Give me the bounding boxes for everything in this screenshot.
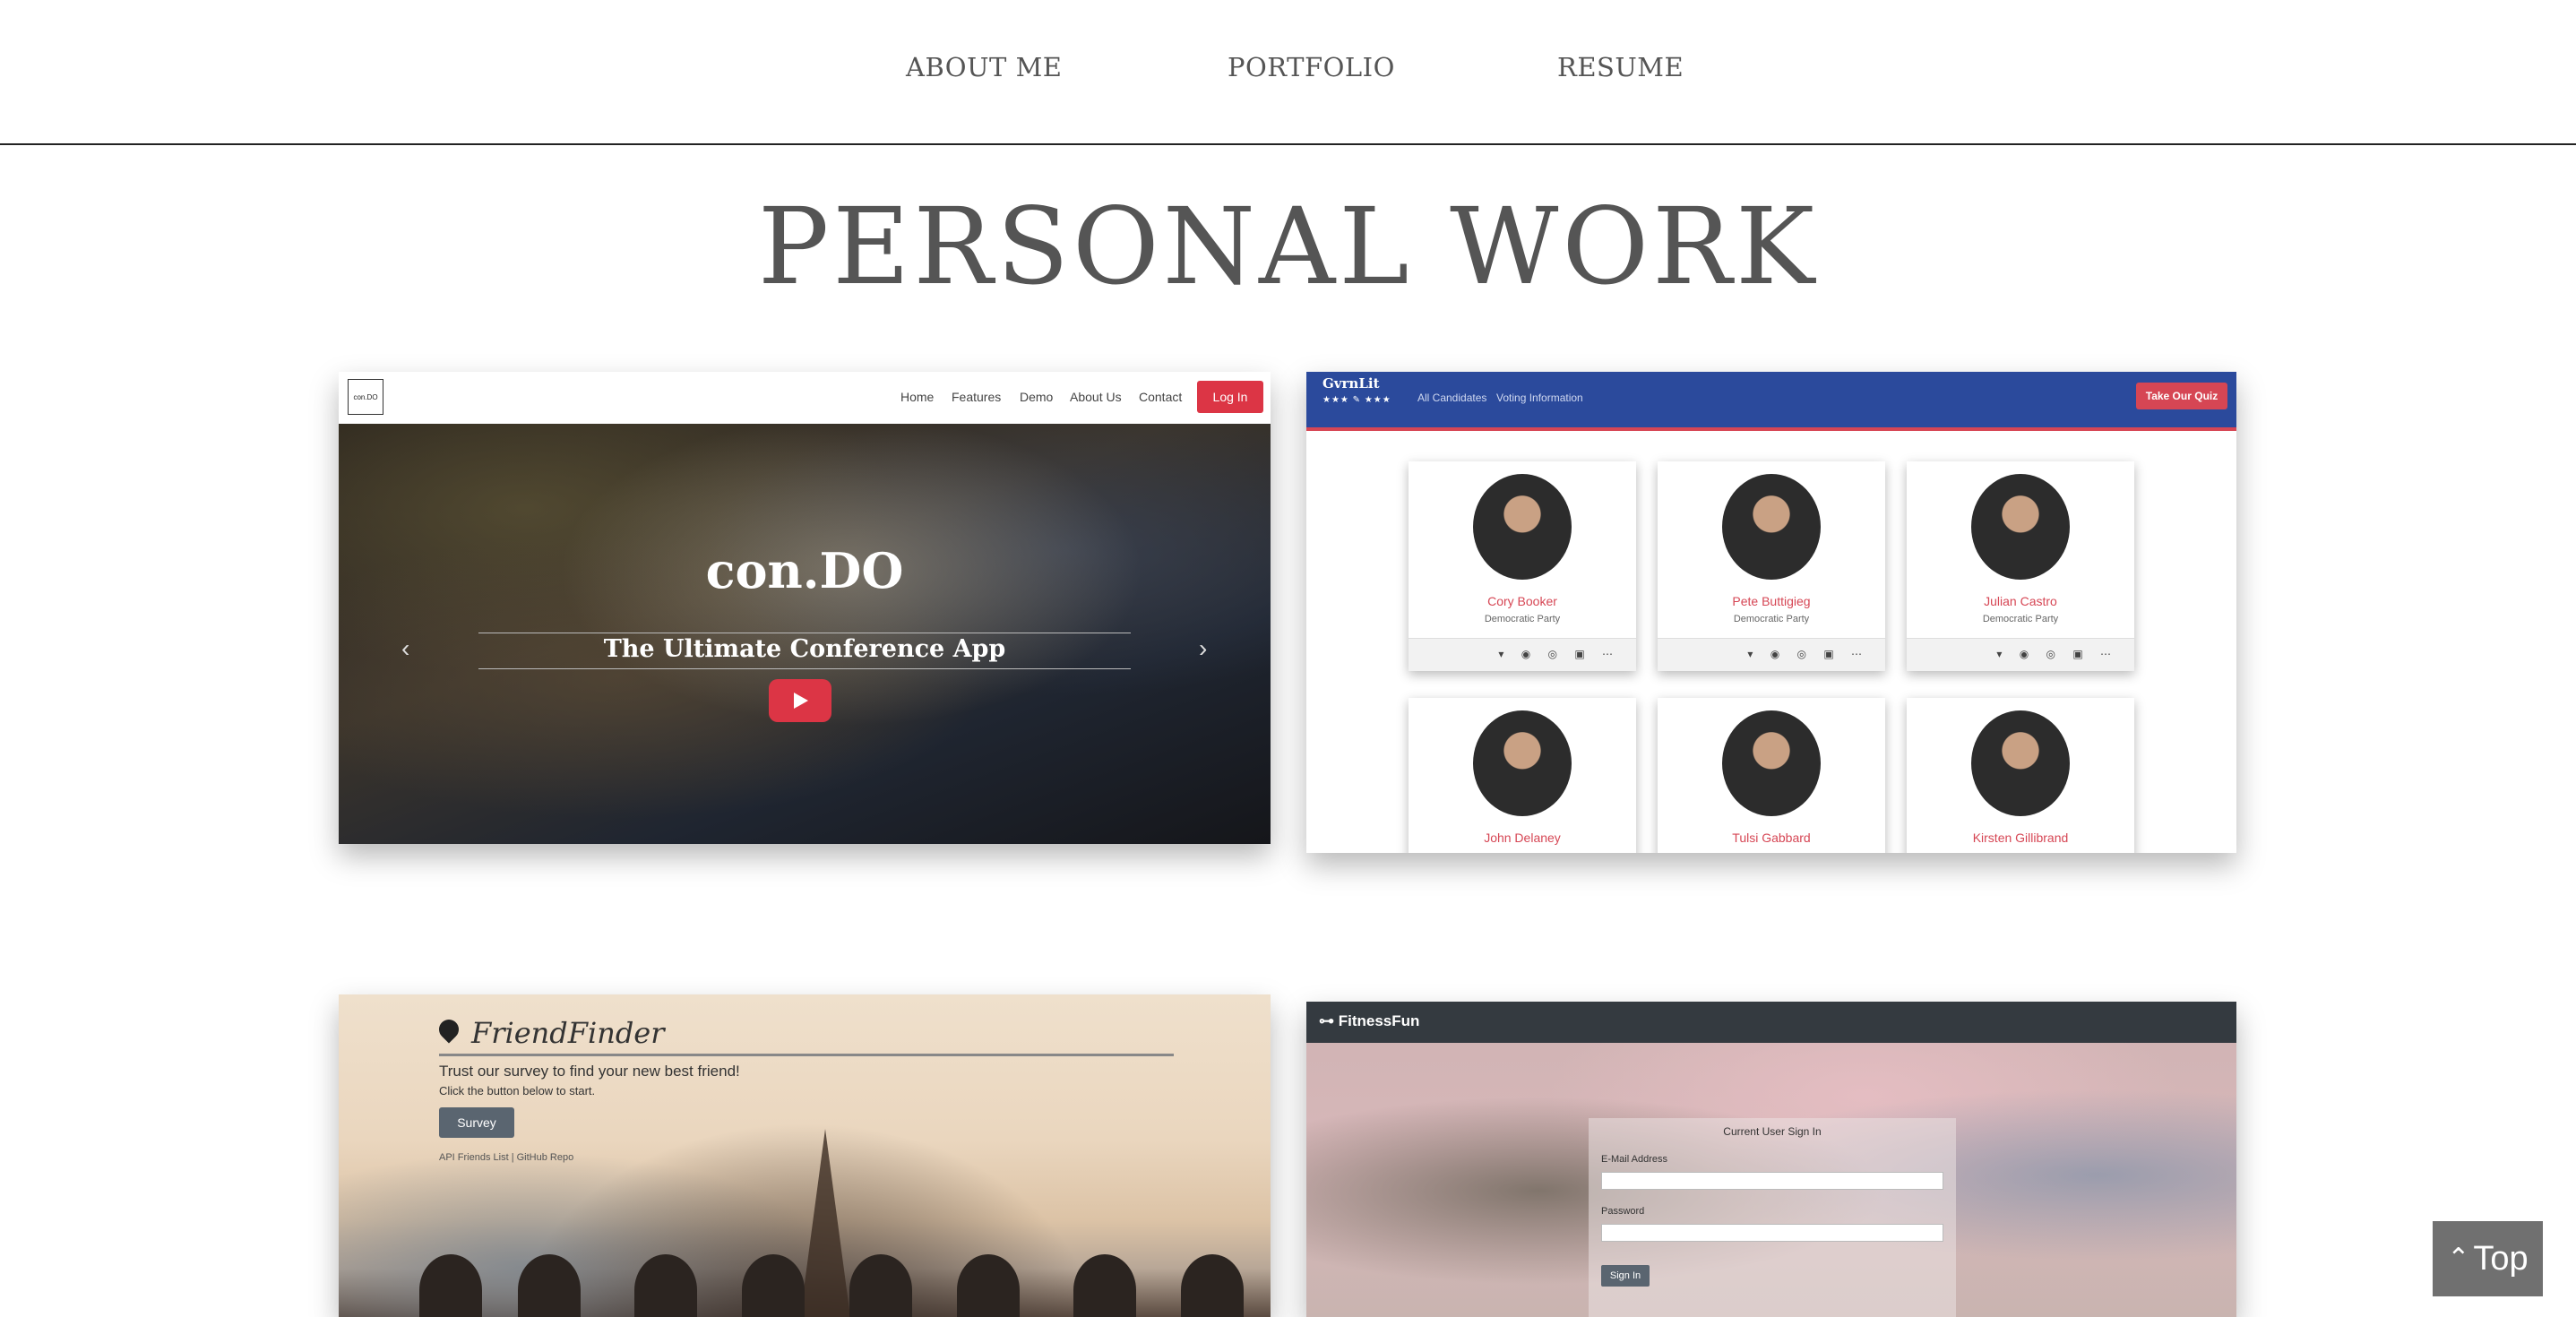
gvrnlit-brand: GvrnLit	[1322, 375, 1380, 392]
page-title: PERSONAL WORK	[757, 185, 1819, 308]
project-card-condo[interactable]: con.DO Home Features Demo About Us Conta…	[339, 372, 1271, 844]
crowd-silhouettes	[339, 1254, 1271, 1317]
social-icons: ▾ ◉ ◎ ▣ ⋯	[1747, 648, 1869, 660]
email-field	[1601, 1172, 1943, 1190]
friendfinder-instruction: Click the button below to start.	[439, 1084, 596, 1098]
fitnessfun-brand-label: FitnessFun	[1338, 1012, 1420, 1029]
condo-link-demo: Demo	[1020, 390, 1054, 404]
condo-link-about: About Us	[1070, 390, 1122, 404]
candidate-name: Cory Booker	[1487, 594, 1557, 608]
candidate-card: Kirsten Gillibrand	[1907, 698, 2134, 853]
candidate-card: Pete Buttigieg Democratic Party ▾ ◉ ◎ ▣ …	[1658, 461, 1885, 671]
condo-link-contact: Contact	[1139, 390, 1183, 404]
candidate-social-bar: ▾ ◉ ◎ ▣ ⋯	[1409, 638, 1636, 671]
candidate-photo	[1971, 474, 2070, 580]
candidate-name: John Delaney	[1484, 831, 1561, 845]
stars-icon: ★★★ ✎ ★★★	[1322, 395, 1391, 405]
candidate-card: John Delaney	[1409, 698, 1636, 853]
map-pin-icon	[435, 1015, 463, 1044]
candidate-social-bar: ▾ ◉ ◎ ▣ ⋯	[1907, 638, 2134, 671]
project-card-fitnessfun[interactable]: ⊶ FitnessFun Current User Sign In E-Mail…	[1306, 1002, 2236, 1317]
project-card-gvrnlit[interactable]: GvrnLit ★★★ ✎ ★★★ All Candidates Voting …	[1306, 372, 2236, 853]
gvrnlit-navbar: GvrnLit ★★★ ✎ ★★★ All Candidates Voting …	[1306, 372, 2236, 431]
condo-hero-image: ‹ › con.DO The Ultimate Conference App	[339, 424, 1271, 844]
back-to-top-button[interactable]: ⌃ Top	[2433, 1221, 2543, 1296]
friendfinder-brand: FriendFinder	[471, 1016, 665, 1050]
friendfinder-survey-button: Survey	[439, 1107, 514, 1138]
carousel-indicators	[746, 840, 863, 843]
candidate-card: Cory Booker Democratic Party ▾ ◉ ◎ ▣ ⋯	[1409, 461, 1636, 671]
condo-divider-bottom	[478, 668, 1131, 669]
condo-hero-subtitle: The Ultimate Conference App	[603, 635, 1006, 663]
nav-resume[interactable]: RESUME	[1557, 52, 1684, 82]
condo-hero-title: con.DO	[705, 542, 904, 599]
candidate-photo	[1722, 474, 1821, 580]
candidate-party: Democratic Party	[1733, 614, 1810, 624]
signin-form-title: Current User Sign In	[1723, 1125, 1822, 1138]
condo-login-button: Log In	[1197, 381, 1263, 413]
candidate-card: Tulsi Gabbard	[1658, 698, 1885, 853]
candidate-name: Tulsi Gabbard	[1732, 831, 1811, 845]
fitnessfun-signin-form: Current User Sign In E-Mail Address Pass…	[1589, 1118, 1956, 1317]
gvrnlit-link-candidates: All Candidates	[1417, 392, 1487, 404]
candidate-party: Democratic Party	[1484, 614, 1561, 624]
candidate-party: Democratic Party	[1982, 614, 2059, 624]
nav-portfolio[interactable]: PORTFOLIO	[1228, 52, 1395, 82]
candidate-name: Kirsten Gillibrand	[1972, 831, 2069, 845]
project-card-friendfinder[interactable]: FriendFinder Trust our survey to find yo…	[339, 994, 1271, 1317]
candidate-name: Julian Castro	[1984, 594, 2057, 608]
condo-logo: con.DO	[348, 379, 383, 415]
dumbbell-icon: ⊶	[1319, 1012, 1339, 1029]
signin-button: Sign In	[1601, 1265, 1650, 1287]
candidate-name: Pete Buttigieg	[1732, 594, 1811, 608]
friendfinder-tagline: Trust our survey to find your new best f…	[439, 1063, 740, 1080]
nav-about-me[interactable]: ABOUT ME	[906, 52, 1062, 82]
back-to-top-label: Top	[2473, 1239, 2529, 1278]
gvrnlit-quiz-button: Take Our Quiz	[2136, 383, 2227, 409]
candidate-photo	[1971, 710, 2070, 816]
password-field	[1601, 1224, 1943, 1242]
friendfinder-links: API Friends List | GitHub Repo	[439, 1152, 574, 1163]
fitnessfun-brand: ⊶ FitnessFun	[1319, 1012, 1419, 1030]
condo-link-features: Features	[952, 390, 1002, 404]
candidate-photo	[1473, 474, 1572, 580]
candidate-social-bar: ▾ ◉ ◎ ▣ ⋯	[1658, 638, 1885, 671]
top-nav: ABOUT ME PORTFOLIO RESUME	[0, 0, 2576, 145]
social-icons: ▾ ◉ ◎ ▣ ⋯	[1996, 648, 2118, 660]
condo-navbar: con.DO Home Features Demo About Us Conta…	[339, 372, 1271, 424]
password-label: Password	[1601, 1206, 1645, 1217]
fitnessfun-navbar: ⊶ FitnessFun	[1306, 1002, 2236, 1043]
gvrnlit-link-voting: Voting Information	[1496, 392, 1583, 404]
social-icons: ▾ ◉ ◎ ▣ ⋯	[1498, 648, 1620, 660]
candidate-photo	[1473, 710, 1572, 816]
chevron-up-double-icon: ⌃	[2447, 1244, 2470, 1273]
condo-link-home: Home	[900, 390, 935, 404]
candidate-photo	[1722, 710, 1821, 816]
email-label: E-Mail Address	[1601, 1154, 1667, 1165]
candidate-card: Julian Castro Democratic Party ▾ ◉ ◎ ▣ ⋯	[1907, 461, 2134, 671]
friendfinder-divider	[439, 1054, 1174, 1056]
play-icon	[769, 679, 831, 722]
